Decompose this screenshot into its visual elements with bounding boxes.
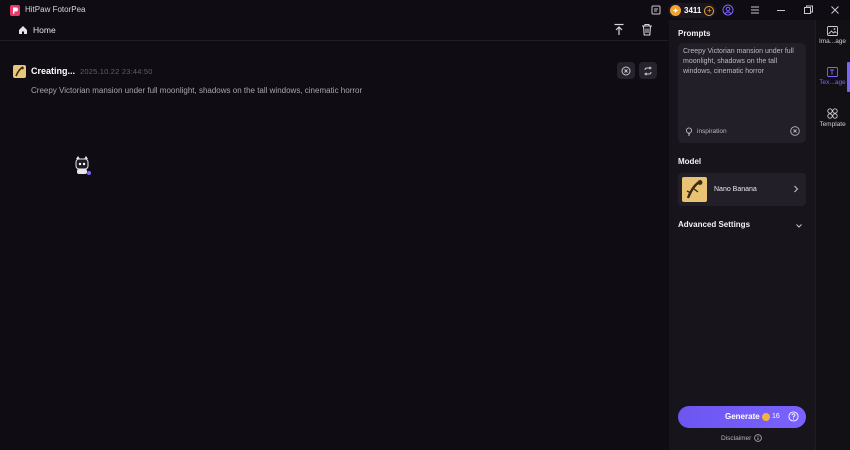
banana-figure-icon bbox=[15, 66, 24, 77]
task-status: Creating... bbox=[31, 66, 76, 76]
model-selector[interactable]: Nano Banana bbox=[678, 173, 806, 206]
model-name: Nano Banana bbox=[714, 186, 757, 193]
image-icon bbox=[827, 26, 838, 36]
coin-icon bbox=[762, 413, 770, 421]
home-label: Home bbox=[33, 25, 56, 35]
app-logo-icon bbox=[10, 5, 20, 16]
generate-label: Generate bbox=[725, 412, 760, 421]
template-icon bbox=[827, 108, 838, 119]
inspiration-button[interactable]: inspiration bbox=[685, 127, 727, 136]
cancel-task-button[interactable] bbox=[617, 62, 635, 79]
task-thumbnail bbox=[13, 65, 26, 78]
cancel-circle-icon bbox=[621, 66, 631, 75]
header-divider bbox=[0, 40, 668, 41]
close-icon[interactable] bbox=[829, 4, 841, 16]
generate-button[interactable]: Generate 16 bbox=[678, 406, 806, 428]
credits-pill[interactable]: ✦ 3411 + bbox=[668, 3, 716, 18]
credits-count: 3411 bbox=[684, 6, 702, 15]
disclaimer-link[interactable]: Disclaimer bbox=[721, 434, 763, 442]
generate-cost: 16 bbox=[772, 413, 780, 420]
disclaimer-label: Disclaimer bbox=[721, 434, 752, 442]
rail-item-label: Ima...age bbox=[818, 38, 847, 45]
minimize-icon[interactable] bbox=[775, 4, 787, 16]
trash-icon[interactable] bbox=[641, 23, 653, 36]
account-icon[interactable] bbox=[722, 4, 734, 16]
home-link[interactable]: Home bbox=[18, 25, 56, 35]
chevron-right-icon bbox=[794, 185, 799, 193]
loading-mascot-icon bbox=[75, 156, 91, 175]
inspiration-label: inspiration bbox=[697, 128, 727, 135]
refresh-icon bbox=[644, 65, 652, 76]
lightbulb-icon bbox=[685, 127, 693, 136]
info-icon bbox=[754, 434, 763, 442]
home-icon bbox=[19, 26, 27, 34]
regenerate-button[interactable] bbox=[639, 62, 657, 79]
rail-item-label: Template bbox=[819, 121, 846, 128]
app-title: HitPaw FotorPea bbox=[25, 5, 86, 14]
model-thumbnail bbox=[682, 177, 707, 202]
prompts-label: Prompts bbox=[678, 29, 711, 38]
chevron-down-icon[interactable] bbox=[795, 223, 803, 229]
menu-icon[interactable] bbox=[749, 4, 761, 16]
rail-item-image-to-image[interactable]: Ima...age bbox=[815, 26, 850, 45]
rail-item-template[interactable]: Template bbox=[815, 108, 850, 128]
clear-prompt-icon[interactable] bbox=[790, 126, 800, 136]
add-credits-icon[interactable]: + bbox=[704, 5, 715, 16]
app-window: HitPaw FotorPea ✦ 3411 + Home Creating..… bbox=[0, 0, 850, 450]
prompt-text: Creepy Victorian mansion under full moon… bbox=[683, 48, 794, 75]
prompt-textarea[interactable]: Creepy Victorian mansion under full moon… bbox=[678, 43, 806, 143]
advanced-settings-toggle[interactable]: Advanced Settings bbox=[678, 220, 750, 229]
help-icon[interactable] bbox=[788, 411, 799, 422]
task-prompt: Creepy Victorian mansion under full moon… bbox=[31, 86, 363, 95]
text-to-image-icon bbox=[827, 67, 838, 77]
banana-figure-icon bbox=[686, 179, 703, 199]
gift-icon: ✦ bbox=[670, 5, 681, 16]
model-label: Model bbox=[678, 157, 702, 166]
title-bar: HitPaw FotorPea ✦ 3411 + bbox=[0, 0, 850, 20]
notes-icon[interactable] bbox=[650, 4, 662, 16]
rail-item-label: Tex...age bbox=[819, 79, 846, 86]
restore-icon[interactable] bbox=[802, 4, 814, 16]
rail-item-text-to-image[interactable]: Tex...age bbox=[815, 67, 850, 86]
export-icon[interactable] bbox=[613, 23, 625, 36]
task-timestamp: 2025.10.22 23:44:50 bbox=[80, 67, 153, 76]
